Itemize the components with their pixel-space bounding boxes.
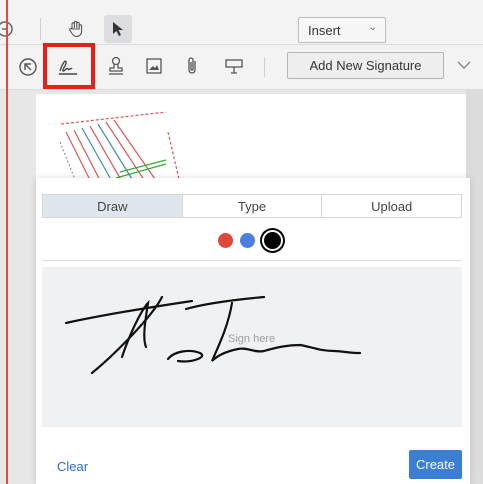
divider [42,260,462,261]
chevron-down-icon[interactable] [454,56,474,74]
signature-tool-highlight [43,43,95,89]
color-swatch-blue[interactable] [240,232,255,248]
stamp-icon[interactable] [104,54,128,78]
left-edge-marker [6,0,8,484]
add-new-signature-button[interactable]: Add New Signature [287,52,444,79]
chevron-down-icon: ⌄ [368,22,377,33]
partial-circle-icon[interactable] [0,18,16,40]
signature-mode-tabs: Draw Type Upload [42,194,462,218]
clear-button[interactable]: Clear [57,459,88,474]
tab-draw[interactable]: Draw [43,195,183,217]
select-pointer-icon[interactable] [104,15,132,43]
attachment-icon[interactable] [180,54,204,78]
top-toolbar: Insert ⌄ [0,0,483,45]
color-swatch-red[interactable] [218,232,233,248]
add-new-signature-label: Add New Signature [309,58,422,73]
create-button[interactable]: Create [409,450,462,479]
insert-select[interactable]: Insert ⌄ [298,17,386,43]
color-swatch-black[interactable] [262,229,283,251]
drawn-signature [64,295,362,375]
form-field-icon[interactable] [222,54,246,78]
insert-select-value: Insert [308,22,341,38]
image-icon[interactable] [142,54,166,78]
signature-canvas[interactable]: Sign here [42,267,462,427]
toolbar-separator [264,57,265,77]
tab-upload[interactable]: Upload [322,195,461,217]
create-button-label: Create [415,457,456,472]
create-signature-dialog: Draw Type Upload Sign here Clear Create [36,178,470,484]
sign-menu-icon[interactable] [16,55,40,79]
ink-color-picker [218,229,283,251]
tab-type[interactable]: Type [183,195,323,217]
app-frame: Insert ⌄ Add New Signature Draw Type Upl… [0,0,483,484]
toolbar-separator [40,18,41,40]
pan-hand-icon[interactable] [63,16,89,42]
